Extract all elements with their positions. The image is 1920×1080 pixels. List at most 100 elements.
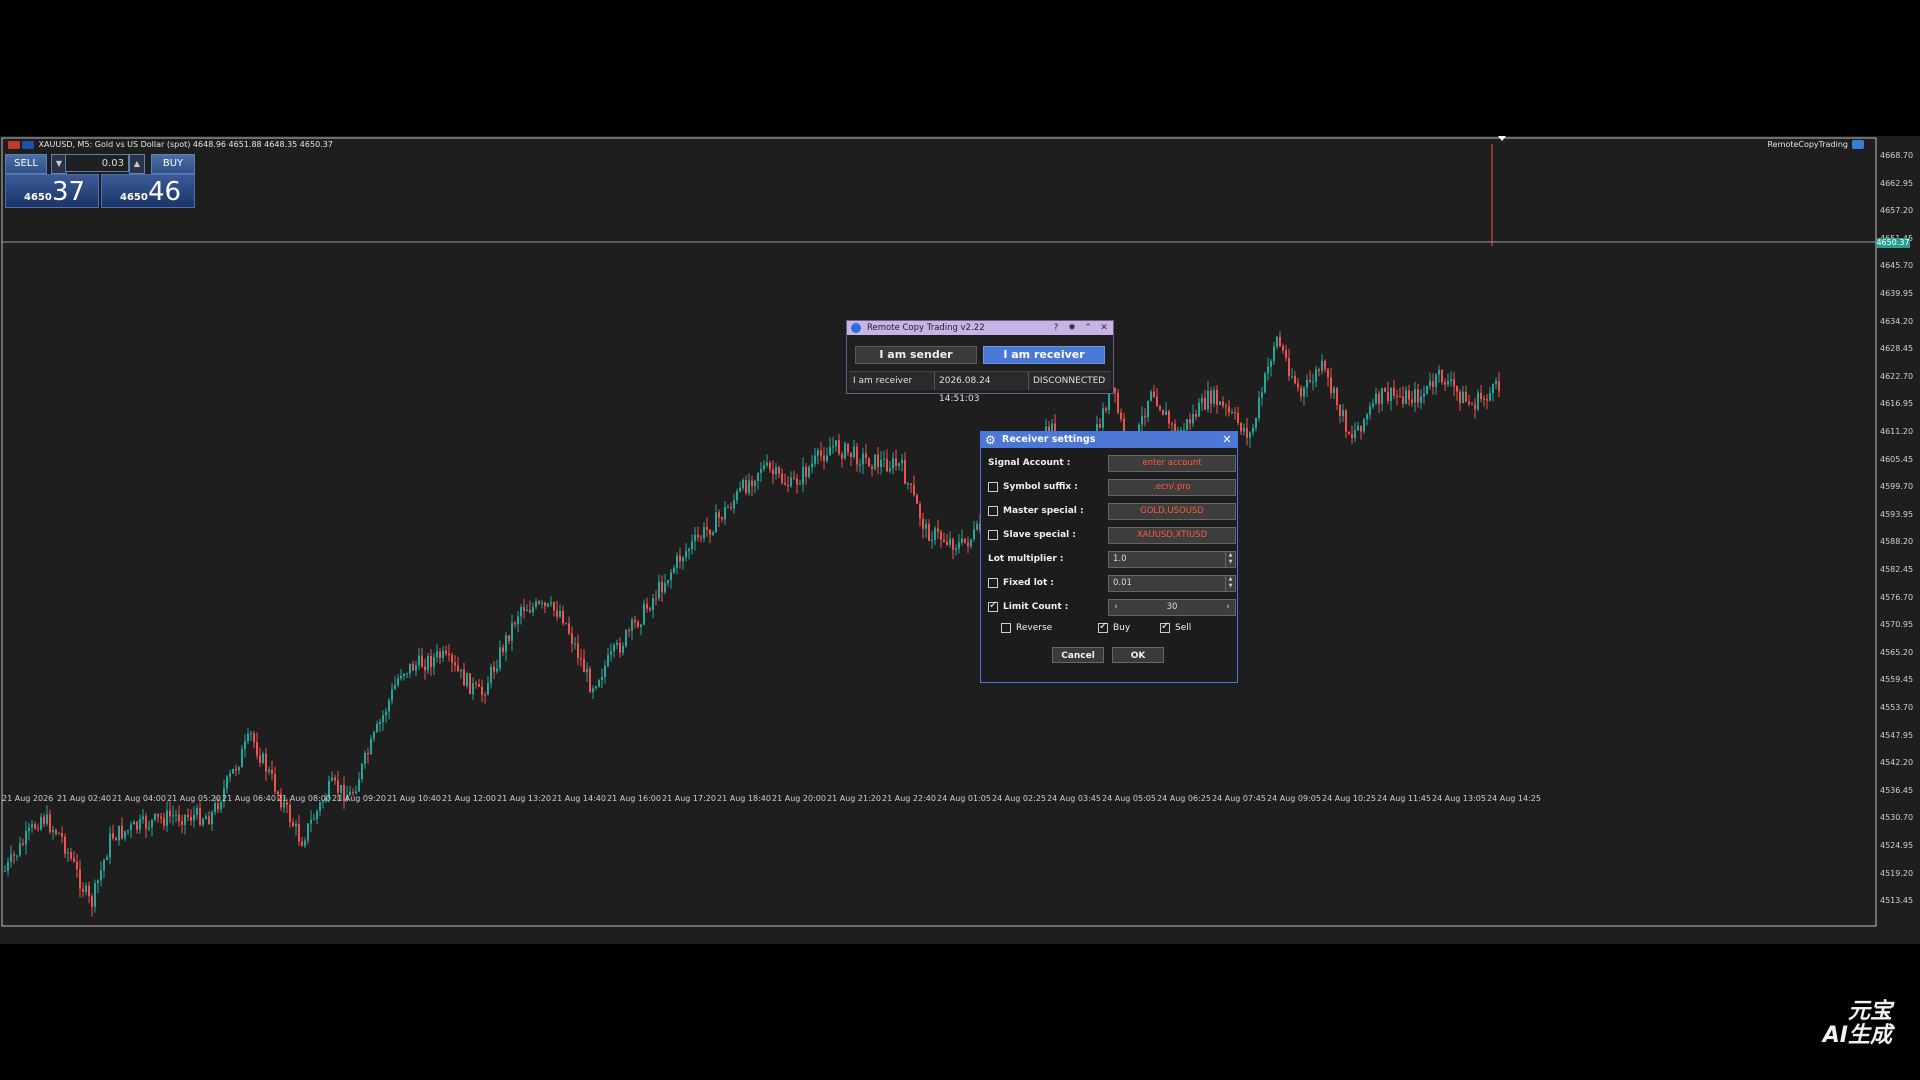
candle-body <box>973 529 975 540</box>
candle-body <box>598 680 600 687</box>
slave-special-input[interactable]: XAUUSD,XTIUSD <box>1108 527 1236 544</box>
candle-body <box>688 549 690 552</box>
candle-body <box>1336 387 1338 405</box>
candle-body <box>1300 387 1302 397</box>
help-icon[interactable]: ? <box>1049 321 1063 335</box>
receiver-settings-titlebar[interactable]: ⚙ Receiver settings ✕ <box>981 432 1237 448</box>
master-special-checkbox[interactable] <box>988 506 998 516</box>
candle-body <box>1486 399 1488 401</box>
candle-body <box>775 467 777 475</box>
symbol-suffix-input[interactable]: .ecn/.pro <box>1108 479 1236 496</box>
i-am-sender-button[interactable]: I am sender <box>855 346 977 364</box>
fixed-lot-spinner-icon[interactable]: ▲ ▼ <box>1225 576 1235 591</box>
candle-body <box>661 581 663 593</box>
candle-body <box>844 443 846 459</box>
candle-body <box>1201 397 1203 403</box>
candle-body <box>394 685 396 690</box>
buy-button[interactable]: BUY <box>151 154 195 174</box>
fixed-lot-input[interactable]: 0.01 ▲ ▼ <box>1108 575 1236 592</box>
chart-menu-icon[interactable] <box>8 140 20 149</box>
lot-multiplier-spinner-icon[interactable]: ▲ ▼ <box>1225 552 1235 567</box>
cancel-button[interactable]: Cancel <box>1052 647 1104 663</box>
candle-body <box>1120 412 1122 419</box>
candle-body <box>73 858 75 862</box>
candle-body <box>172 815 174 817</box>
candle-body <box>70 852 72 859</box>
candle-body <box>1306 380 1308 388</box>
fixed-lot-checkbox[interactable] <box>988 578 998 588</box>
candle-body <box>508 635 510 642</box>
candle-body <box>220 801 222 810</box>
candle-body <box>106 857 108 860</box>
chevron-right-icon[interactable]: › <box>1223 600 1233 615</box>
candle-body <box>415 665 417 671</box>
sell-price-box[interactable]: 4650 37 <box>5 174 99 208</box>
slave-special-checkbox[interactable] <box>988 530 998 540</box>
candle-body <box>679 555 681 562</box>
price-axis-label: 4536.45 <box>1880 785 1914 795</box>
symbol-suffix-checkbox[interactable] <box>988 482 998 492</box>
settings-icon[interactable]: ✹ <box>1065 321 1079 335</box>
buy-price-box[interactable]: 4650 46 <box>101 174 195 208</box>
candle-body <box>1447 381 1449 385</box>
candle-body <box>856 446 858 465</box>
remote-copy-trading-dialog: Remote Copy Trading v2.22 ? ✹ ⌃ ✕ I am s… <box>846 320 1114 404</box>
candle-body <box>826 455 828 461</box>
candle-body <box>1279 336 1281 347</box>
candle-body <box>715 512 717 533</box>
candle-body <box>613 644 615 652</box>
candle-body <box>499 647 501 669</box>
sell-button[interactable]: SELL <box>5 154 47 174</box>
candle-body <box>1303 387 1305 397</box>
price-chart[interactable]: XAUUSD, M5: Gold vs US Dollar (spot) 464… <box>0 136 1920 944</box>
candle-body <box>253 733 255 743</box>
candle-body <box>391 689 393 701</box>
sell-checkbox[interactable] <box>1160 621 1170 633</box>
signal-account-input[interactable]: enter account <box>1108 455 1236 472</box>
limit-count-input[interactable]: ‹ 30 › <box>1108 599 1236 616</box>
i-am-receiver-button[interactable]: I am receiver <box>983 346 1105 364</box>
chevron-left-icon[interactable]: ‹ <box>1111 600 1121 615</box>
limit-count-checkbox[interactable] <box>988 600 998 612</box>
ea-hat-icon <box>1852 140 1864 149</box>
candle-body <box>1381 388 1383 404</box>
minimize-icon[interactable]: ⌃ <box>1081 321 1095 335</box>
candle-body <box>1435 374 1437 387</box>
close-icon[interactable]: ✕ <box>1097 321 1111 335</box>
candle-body <box>898 463 900 467</box>
candle-body <box>922 518 924 529</box>
candle-body <box>850 452 852 458</box>
expert-advisor-label[interactable]: RemoteCopyTrading <box>1767 140 1864 149</box>
candle-body <box>550 602 552 604</box>
limit-count-row: Limit Count : ‹ 30 › <box>988 599 1236 617</box>
candlestick-chart[interactable] <box>0 136 1920 944</box>
time-axis-label: 24 Aug 07:45 <box>1212 794 1266 803</box>
candle-body <box>733 500 735 509</box>
lot-size-input[interactable]: 0.03 <box>65 154 129 172</box>
lot-multiplier-input[interactable]: 1.0 ▲ ▼ <box>1108 551 1236 568</box>
lot-increase-icon[interactable]: ▲ <box>129 154 145 174</box>
close-icon[interactable]: ✕ <box>1221 432 1233 448</box>
candle-body <box>1231 412 1233 414</box>
candle-body <box>505 635 507 652</box>
candle-body <box>1450 379 1452 382</box>
lot-multiplier-row: Lot multiplier : 1.0 ▲ ▼ <box>988 551 1236 569</box>
candle-body <box>88 885 90 897</box>
candle-body <box>793 477 795 479</box>
reverse-checkbox[interactable] <box>1001 623 1011 633</box>
candle-body <box>49 814 51 832</box>
ok-button[interactable]: OK <box>1112 647 1164 663</box>
time-axis-label: 21 Aug 2026 <box>2 794 54 803</box>
candle-body <box>958 542 960 549</box>
buy-checkbox[interactable] <box>1098 621 1108 633</box>
candle-body <box>616 642 618 645</box>
candle-body <box>1114 387 1116 393</box>
candle-body <box>34 824 36 829</box>
candle-body <box>430 655 432 668</box>
candle-body <box>1210 390 1212 404</box>
rct-titlebar[interactable]: Remote Copy Trading v2.22 ? ✹ ⌃ ✕ <box>847 321 1113 335</box>
candle-body <box>211 812 213 825</box>
master-special-input[interactable]: GOLD,USOUSD <box>1108 503 1236 520</box>
candle-body <box>1102 408 1104 428</box>
candle-body <box>451 655 453 663</box>
